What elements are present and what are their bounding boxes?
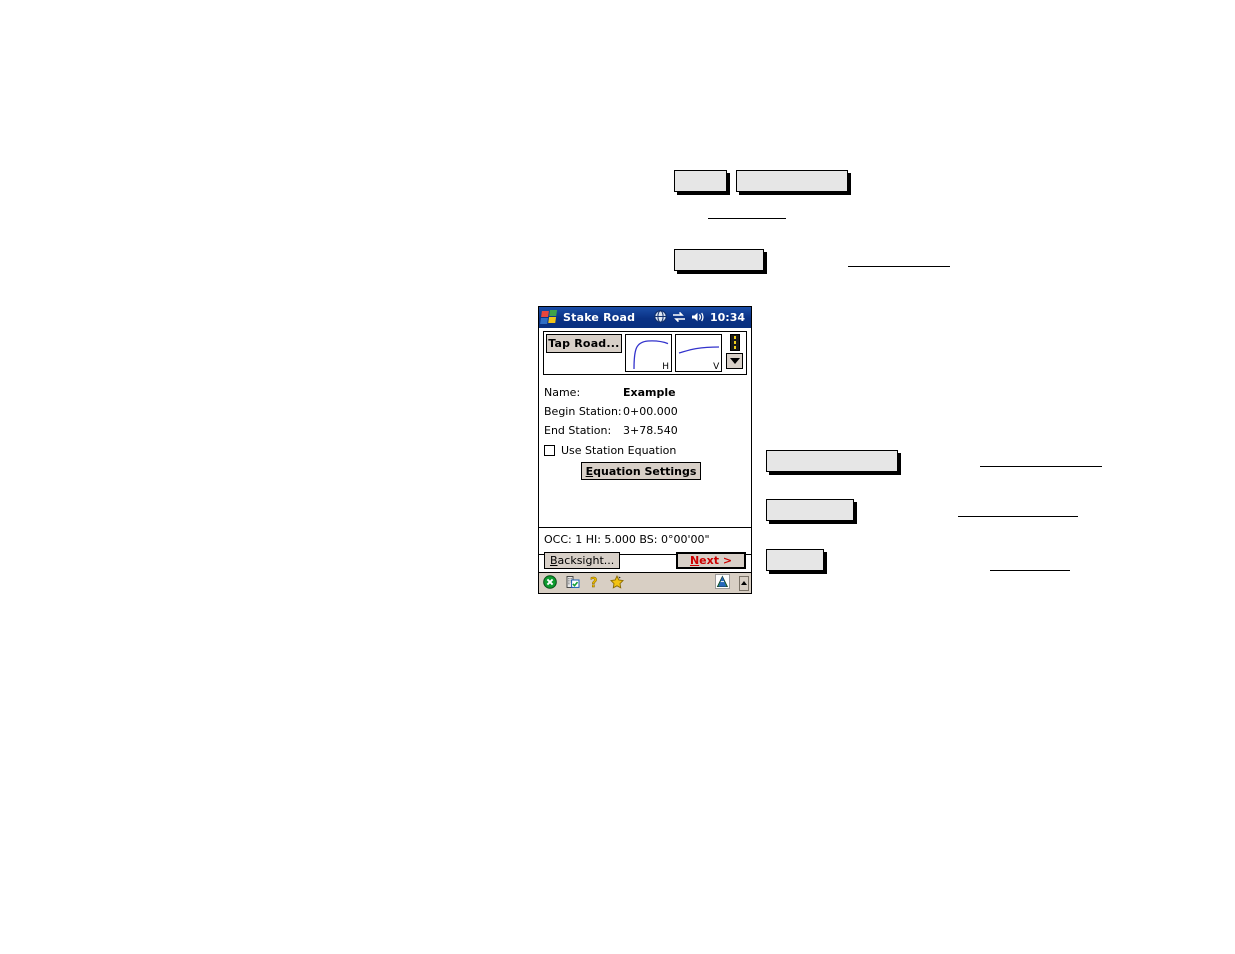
- rule-line-1: [708, 218, 786, 219]
- horizontal-preview-label: H: [662, 362, 670, 372]
- detail-value: 0+00.000: [623, 405, 678, 418]
- use-station-equation-label: Use Station Equation: [561, 444, 677, 457]
- rule-line-4: [958, 516, 1078, 517]
- detail-row-begin-station: Begin Station: 0+00.000: [544, 402, 751, 421]
- rule-line-5: [990, 570, 1070, 571]
- start-flag-icon[interactable]: [540, 310, 559, 325]
- use-station-equation-checkbox[interactable]: [544, 445, 555, 456]
- expand-up-icon[interactable]: [739, 575, 749, 591]
- road-segment-icon[interactable]: [729, 334, 740, 351]
- redaction-box-1: [674, 170, 727, 192]
- equation-settings-accel: E: [585, 464, 594, 478]
- app-body: Tap Road... H V Name: Example Begin Stat…: [539, 331, 751, 576]
- command-bar: Backsight... Next >: [539, 550, 751, 571]
- redaction-box-3: [674, 249, 764, 271]
- sync-arrows-icon[interactable]: [672, 308, 686, 327]
- tasks-checklist-icon[interactable]: [566, 574, 580, 593]
- next-label: ext >: [699, 554, 733, 567]
- rule-line-2: [848, 266, 950, 267]
- backsight-accel: B: [550, 554, 558, 567]
- redaction-box-6: [766, 549, 824, 571]
- window-titlebar: Stake Road 10:34: [539, 307, 751, 328]
- redaction-box-2: [736, 170, 848, 192]
- clock: 10:34: [709, 311, 745, 324]
- pda-screenshot: Stake Road 10:34 Tap Road... H V Name: E…: [538, 306, 752, 594]
- rule-line-3: [980, 466, 1102, 467]
- backsight-label: acksight...: [557, 554, 615, 567]
- speaker-icon[interactable]: [691, 308, 705, 327]
- status-badge: OCC: 1 HI: 5.000 BS: 0°00'00": [544, 533, 710, 546]
- svg-text:?: ?: [590, 576, 598, 589]
- survey-instrument-icon[interactable]: [715, 573, 730, 593]
- close-circle-icon[interactable]: [543, 574, 557, 593]
- detail-label: Name:: [544, 386, 581, 399]
- detail-row-name: Name: Example: [544, 383, 751, 402]
- equation-settings-row: Equation Settings: [539, 462, 751, 480]
- road-details: Name: Example Begin Station: 0+00.000 En…: [544, 383, 751, 440]
- next-accel: N: [689, 554, 700, 567]
- backsight-button[interactable]: Backsight...: [544, 552, 621, 569]
- detail-value: 3+78.540: [623, 424, 678, 437]
- road-selector-toolbar: Tap Road... H V: [543, 331, 747, 375]
- redaction-box-4: [766, 450, 898, 472]
- equation-settings-label: quation Settings: [593, 464, 697, 478]
- use-station-equation-row[interactable]: Use Station Equation: [544, 444, 751, 457]
- status-divider: [539, 527, 751, 528]
- redaction-box-5: [766, 499, 854, 521]
- road-tools-stack: [725, 334, 744, 369]
- favorites-star-icon[interactable]: [609, 574, 625, 593]
- equation-settings-button[interactable]: Equation Settings: [580, 462, 702, 480]
- vertical-alignment-preview[interactable]: V: [675, 334, 723, 372]
- detail-label: Begin Station:: [544, 405, 622, 418]
- detail-value: Example: [623, 386, 676, 399]
- connection-globe-icon[interactable]: [654, 308, 667, 327]
- taskbar: ?: [539, 572, 751, 593]
- page-title: Stake Road: [563, 311, 636, 324]
- next-button[interactable]: Next >: [676, 552, 746, 569]
- detail-row-end-station: End Station: 3+78.540: [544, 421, 751, 440]
- horizontal-alignment-preview[interactable]: H: [624, 334, 673, 372]
- chevron-down-icon[interactable]: [726, 353, 744, 369]
- vertical-preview-label: V: [713, 362, 720, 372]
- help-question-icon[interactable]: ?: [589, 574, 600, 593]
- tap-road-button[interactable]: Tap Road...: [546, 334, 622, 353]
- detail-label: End Station:: [544, 424, 612, 437]
